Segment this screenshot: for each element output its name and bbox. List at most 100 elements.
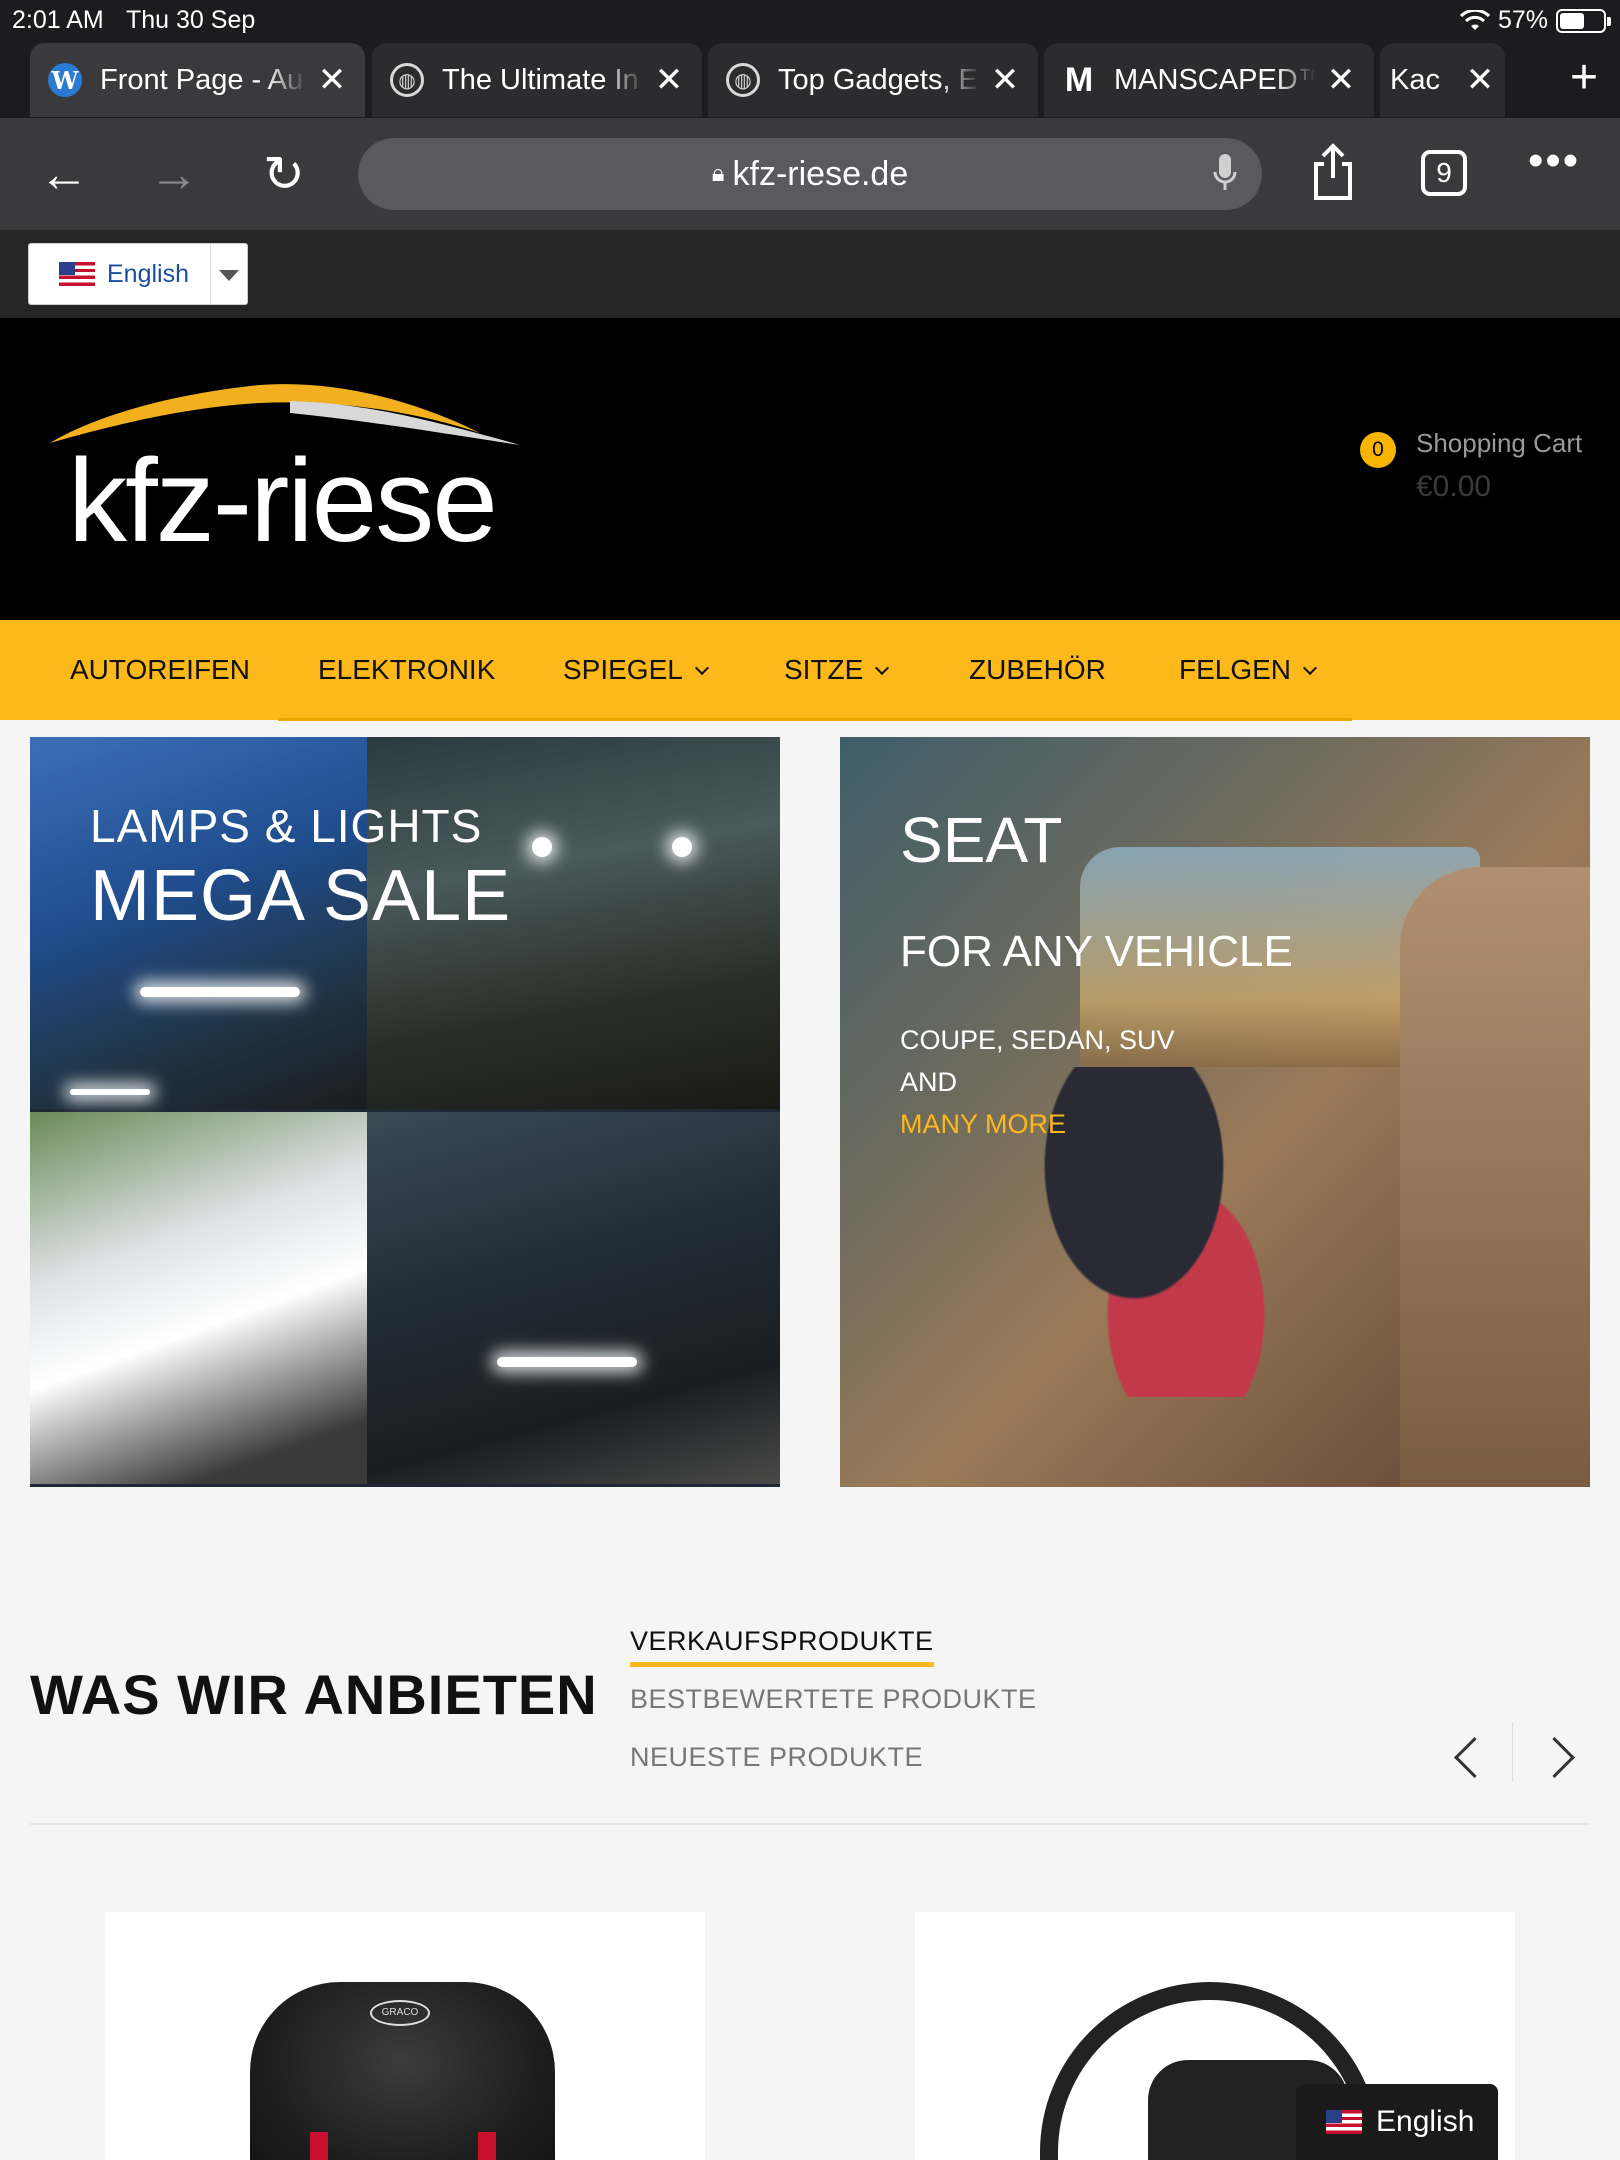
nav-item-felgen[interactable]: FELGEN <box>1179 620 1318 720</box>
nav-item-zubehoer[interactable]: ZUBEHÖR <box>969 620 1106 720</box>
more-options-icon[interactable]: ••• <box>1528 136 1580 186</box>
microphone-icon[interactable] <box>1212 152 1238 194</box>
us-flag-icon <box>1326 2110 1362 2134</box>
red-accent <box>310 2132 328 2160</box>
floating-language-switcher[interactable]: English <box>1296 2084 1498 2160</box>
headlight <box>532 837 552 857</box>
new-tab-plus-icon[interactable]: + <box>1570 54 1598 102</box>
wordpress-icon: W <box>48 63 82 97</box>
tab-neueste-produkte[interactable]: NEUESTE PRODUKTE <box>630 1742 923 1773</box>
tab-count: 9 <box>1421 150 1467 196</box>
address-bar[interactable]: 🔒︎ kfz-riese.de <box>358 138 1262 210</box>
nav-item-sitze[interactable]: SITZE <box>784 620 890 720</box>
m-logo-icon: M <box>1064 60 1094 99</box>
browser-tab-4[interactable]: M MANSCAPED™ ✕ <box>1044 43 1374 117</box>
product-image-booster-seat: GRACO <box>250 1982 555 2160</box>
forward-arrow-icon[interactable]: → <box>144 146 204 202</box>
red-accent <box>478 2132 496 2160</box>
chevron-down-icon <box>875 660 890 676</box>
chevron-down-icon <box>1302 660 1318 676</box>
tab-verkaufsprodukte[interactable]: VERKAUFSPRODUKTE <box>630 1626 934 1667</box>
nav-label: ELEKTRONIK <box>318 654 496 685</box>
logo-text: kfz-riese <box>68 435 498 567</box>
browser-tab-5[interactable]: Kac ✕ <box>1380 43 1505 117</box>
headlight <box>672 837 692 857</box>
url-text: kfz-riese.de <box>732 154 909 193</box>
tab-title: The Ultimate In <box>442 63 639 96</box>
chevron-left-icon[interactable] <box>1448 1733 1488 1781</box>
product-card[interactable]: GRACO <box>105 1912 705 2160</box>
nav-item-autoreifen[interactable]: AUTOREIFEN <box>70 620 250 720</box>
floating-language-label: English <box>1376 2105 1475 2138</box>
cart-count-badge: 0 <box>1360 432 1396 468</box>
cart-amount: €0.00 <box>1416 470 1492 503</box>
banner-more-link[interactable]: MANY MORE <box>900 1109 1066 1140</box>
chevron-right-icon[interactable] <box>1538 1733 1578 1781</box>
nav-label: AUTOREIFEN <box>70 654 250 685</box>
site-logo[interactable]: kfz-riese <box>40 373 530 567</box>
browser-tab-3[interactable]: ◍ Top Gadgets, E ✕ <box>708 43 1038 117</box>
section-divider <box>30 1823 1590 1825</box>
browser-tab-1[interactable]: W Front Page - Au ✕ <box>30 43 365 117</box>
nav-item-elektronik[interactable]: ELEKTRONIK <box>318 620 495 720</box>
caret-down-icon <box>219 270 239 281</box>
arrow-divider <box>1512 1722 1513 1782</box>
seat-banner[interactable]: SEAT FOR ANY VEHICLE COUPE, SEDAN, SUV A… <box>840 737 1590 1487</box>
share-icon[interactable] <box>1310 142 1356 202</box>
nav-label: FELGEN <box>1179 654 1292 685</box>
tab-title: MANSCAPED™ <box>1114 63 1316 96</box>
banner-subtitle: LAMPS & LIGHTS <box>90 800 483 852</box>
nav-label: SITZE <box>784 654 864 685</box>
back-arrow-icon[interactable]: ← <box>34 146 94 202</box>
language-select-value: English <box>107 259 189 288</box>
language-select[interactable]: English <box>28 243 248 305</box>
brand-badge: GRACO <box>370 2000 430 2026</box>
banner-text-line: AND <box>900 1067 958 1097</box>
chevron-down-icon <box>694 660 709 676</box>
tab-bar: W Front Page - Au ✕ ◍ The Ultimate In ✕ … <box>0 40 1620 118</box>
jeep-photo-white <box>30 1112 402 1484</box>
section-title: WAS WIR ANBIETEN <box>30 1663 598 1726</box>
main-navigation: AUTOREIFEN ELEKTRONIK SPIEGEL SITZE ZUBE… <box>0 620 1620 720</box>
child-figure <box>1030 1067 1290 1397</box>
banner-text-line: COUPE, SEDAN, SUV <box>900 1025 1175 1055</box>
globe-icon: ◍ <box>726 63 760 97</box>
browser-tab-2[interactable]: ◍ The Ultimate In ✕ <box>372 43 702 117</box>
light-bar <box>497 1357 637 1367</box>
tab-title: Top Gadgets, E <box>778 63 978 96</box>
nav-label: SPIEGEL <box>563 654 683 685</box>
select-divider <box>210 244 211 304</box>
reload-icon[interactable]: ↻ <box>254 146 314 202</box>
wifi-icon <box>1459 9 1490 30</box>
banner-title: MEGA SALE <box>90 856 512 936</box>
tab-title: Kac <box>1390 63 1440 96</box>
battery-percent: 57% <box>1497 6 1548 34</box>
status-right: 57% <box>1459 6 1611 35</box>
close-icon[interactable]: ✕ <box>1326 60 1356 100</box>
truck-photo-dark <box>367 1112 780 1484</box>
cart-label: Shopping Cart <box>1416 428 1583 458</box>
close-icon[interactable]: ✕ <box>317 60 347 100</box>
battery-icon <box>1556 8 1611 33</box>
language-bar: English <box>0 230 1620 318</box>
car-seat-back <box>1400 867 1590 1487</box>
tab-title: Front Page - Au <box>100 63 304 96</box>
status-date: Thu 30 Sep <box>126 6 256 34</box>
site-header: kfz-riese 0 Shopping Cart €0.00 <box>0 318 1620 620</box>
status-bar: 2:01 AM Thu 30 Sep 57% <box>0 0 1620 40</box>
close-icon[interactable]: ✕ <box>654 60 684 100</box>
tab-bestbewertete-produkte[interactable]: BESTBEWERTETE PRODUKTE <box>630 1684 1037 1715</box>
nav-item-spiegel[interactable]: SPIEGEL <box>563 620 709 720</box>
browser-toolbar: ← → ↻ 🔒︎ kfz-riese.de 9 ••• <box>0 118 1620 230</box>
banner-subtitle: FOR ANY VEHICLE <box>900 927 1293 976</box>
globe-icon: ◍ <box>390 63 424 97</box>
tab-switcher-button[interactable]: 9 <box>1421 150 1467 196</box>
status-time: 2:01 AM <box>12 6 104 34</box>
close-icon[interactable]: ✕ <box>990 60 1020 100</box>
nav-label: ZUBEHÖR <box>969 654 1106 685</box>
close-icon[interactable]: ✕ <box>1465 60 1495 100</box>
nav-underline <box>278 718 1352 721</box>
light-bar <box>140 987 300 997</box>
banner-title: SEAT <box>900 804 1063 876</box>
lamps-lights-banner[interactable]: LAMPS & LIGHTS MEGA SALE <box>30 737 780 1487</box>
